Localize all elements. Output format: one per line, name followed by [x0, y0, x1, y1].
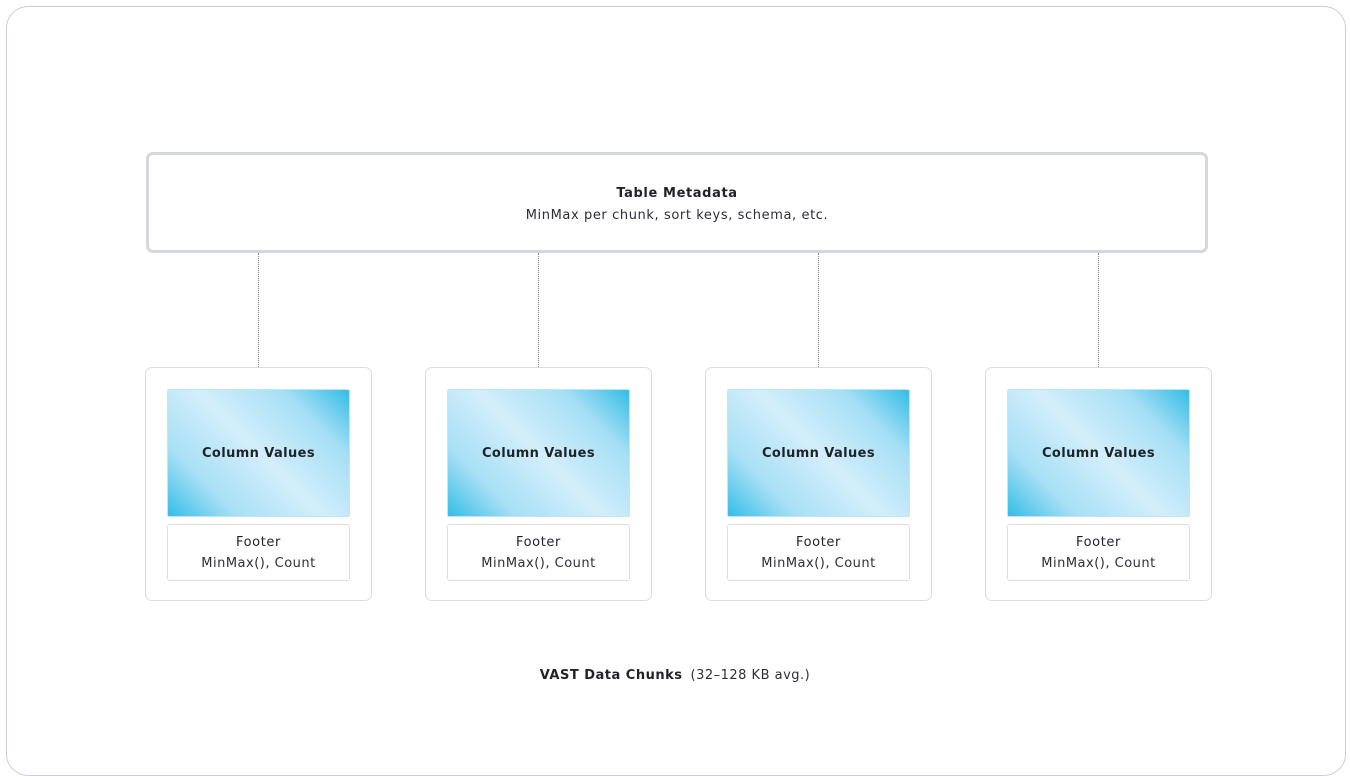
table-metadata-subtitle: MinMax per chunk, sort keys, schema, etc… — [525, 208, 829, 223]
footer-title: Footer — [516, 535, 561, 550]
chunk-footer: Footer MinMax(), Count — [1007, 524, 1190, 581]
footer-title: Footer — [1076, 535, 1121, 550]
footer-title: Footer — [236, 535, 281, 550]
footer-title: Footer — [796, 535, 841, 550]
column-values-block: Column Values — [1007, 389, 1190, 517]
footer-subtitle: MinMax(), Count — [1041, 556, 1156, 571]
data-chunk-3: Column Values Footer MinMax(), Count — [705, 367, 932, 601]
footer-subtitle: MinMax(), Count — [761, 556, 876, 571]
caption-note: (32–128 KB avg.) — [690, 668, 811, 683]
footer-subtitle: MinMax(), Count — [201, 556, 316, 571]
connector-line-4 — [1098, 253, 1099, 367]
column-values-label: Column Values — [761, 446, 876, 461]
chunk-footer: Footer MinMax(), Count — [727, 524, 910, 581]
data-chunk-2: Column Values Footer MinMax(), Count — [425, 367, 652, 601]
table-metadata-title: Table Metadata — [616, 186, 738, 201]
column-values-block: Column Values — [727, 389, 910, 517]
connector-line-1 — [258, 253, 259, 367]
connector-line-2 — [538, 253, 539, 367]
chunk-footer: Footer MinMax(), Count — [447, 524, 630, 581]
column-values-label: Column Values — [201, 446, 316, 461]
caption-title: VAST Data Chunks — [539, 668, 683, 683]
column-values-block: Column Values — [447, 389, 630, 517]
column-values-label: Column Values — [481, 446, 596, 461]
diagram-caption: VAST Data Chunks (32–128 KB avg.) — [0, 668, 1350, 683]
data-chunk-1: Column Values Footer MinMax(), Count — [145, 367, 372, 601]
column-values-block: Column Values — [167, 389, 350, 517]
connector-line-3 — [818, 253, 819, 367]
chunk-footer: Footer MinMax(), Count — [167, 524, 350, 581]
footer-subtitle: MinMax(), Count — [481, 556, 596, 571]
data-chunk-4: Column Values Footer MinMax(), Count — [985, 367, 1212, 601]
column-values-label: Column Values — [1041, 446, 1156, 461]
table-metadata-box: Table Metadata MinMax per chunk, sort ke… — [146, 152, 1208, 253]
